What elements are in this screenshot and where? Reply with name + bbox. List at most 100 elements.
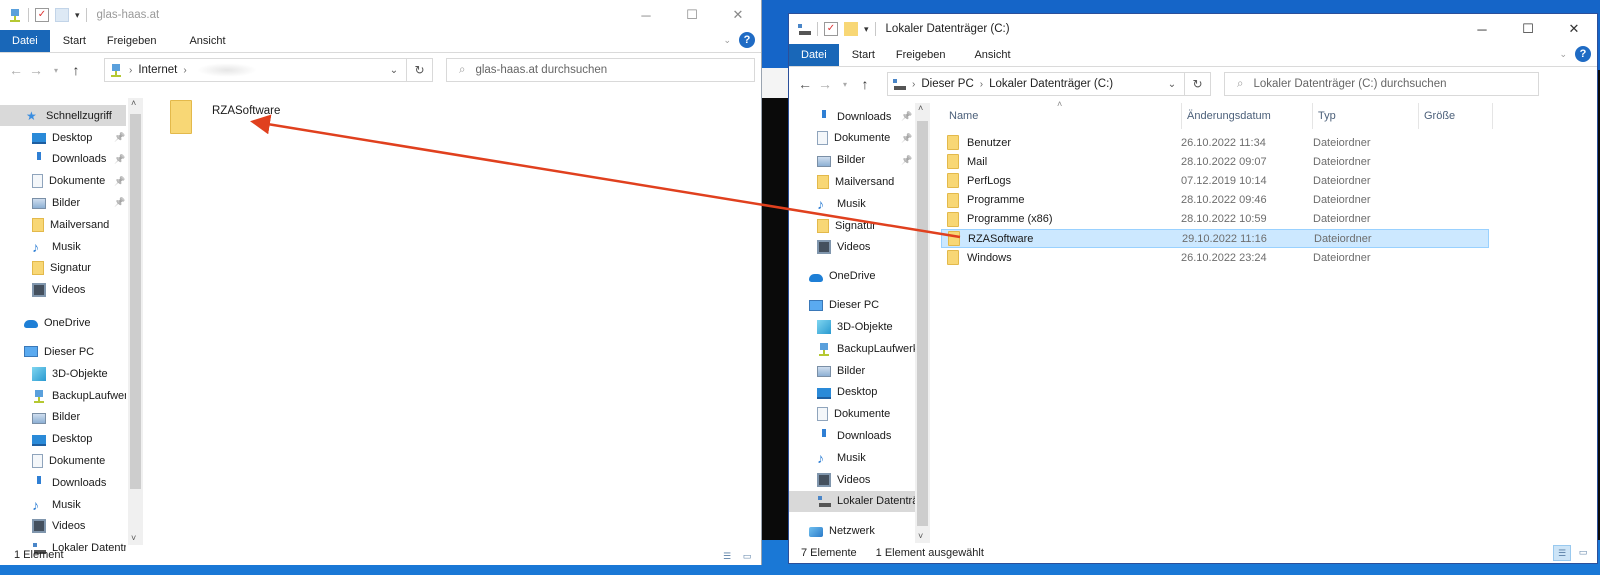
up-button[interactable]: ↑ (855, 76, 875, 92)
details-view-button[interactable]: ☰ (719, 549, 735, 563)
nav-item-mailversand[interactable]: Mailversand (789, 171, 915, 192)
table-row[interactable]: PerfLogs 07.12.2019 10:14 Dateiordner (941, 171, 1489, 190)
new-folder-icon[interactable] (844, 22, 858, 36)
new-folder-icon[interactable] (55, 8, 69, 22)
nav-item-videos[interactable]: Videos (789, 469, 915, 490)
properties-icon[interactable]: ✓ (824, 22, 838, 36)
recent-locations-button[interactable]: ▾ (46, 66, 66, 75)
details-view-button[interactable]: ☰ (1553, 545, 1571, 561)
nav-scrollbar[interactable]: ˄ ˅ (128, 98, 143, 545)
nav-item-lokaler-datentr-[interactable]: Lokaler Datenträ (789, 490, 915, 512)
scroll-up-icon[interactable]: ˄ (918, 103, 923, 113)
nav-item-desktop[interactable]: Desktop (0, 429, 126, 450)
table-row[interactable]: Programme 28.10.2022 09:46 Dateiordner (941, 191, 1489, 210)
refresh-button[interactable]: ↻ (1185, 72, 1211, 96)
back-button[interactable]: ← (795, 76, 815, 92)
folder-item[interactable]: RZASoftware (170, 100, 300, 140)
address-dropdown-icon[interactable]: ⌄ (1160, 73, 1184, 95)
nav-item-dieser-pc[interactable]: Dieser PC (789, 295, 915, 316)
table-row[interactable]: RZASoftware 29.10.2022 11:16 Dateiordner (941, 229, 1489, 248)
scroll-down-icon[interactable]: ˅ (131, 533, 136, 543)
nav-item-downloads[interactable]: Downloads (0, 472, 126, 493)
breadcrumb-local-disk[interactable]: Lokaler Datenträger (C:) (989, 78, 1113, 90)
help-icon[interactable]: ? (1575, 46, 1591, 62)
nav-item-3d-objekte[interactable]: 3D-Objekte (789, 316, 915, 337)
column-divider[interactable] (1418, 103, 1419, 129)
search-input[interactable]: ⌕ glas-haas.at durchsuchen (446, 58, 755, 82)
nav-item-downloads[interactable]: Downloads (789, 425, 915, 446)
nav-item-dokumente[interactable]: Dokumente (789, 404, 915, 425)
close-button[interactable]: ✕ (715, 0, 761, 30)
search-input[interactable]: ⌕ Lokaler Datenträger (C:) durchsuchen (1224, 72, 1539, 96)
breadcrumb-internet[interactable]: Internet (138, 64, 177, 76)
nav-scrollbar[interactable]: ˄ ˅ (915, 103, 930, 543)
up-button[interactable]: ↑ (66, 62, 86, 78)
close-button[interactable]: ✕ (1551, 14, 1597, 44)
nav-item-signatur[interactable]: Signatur (0, 258, 126, 279)
maximize-button[interactable]: ☐ (669, 0, 715, 30)
nav-item-backuplaufwerk[interactable]: BackupLaufwerk (789, 338, 915, 359)
scroll-up-icon[interactable]: ˄ (131, 98, 136, 108)
customize-quick-access-icon[interactable]: ▾ (864, 24, 869, 35)
nav-item-videos[interactable]: Videos (0, 280, 126, 301)
tab-freigeben[interactable]: Freigeben (888, 44, 959, 66)
nav-item-dieser-pc[interactable]: Dieser PC (0, 341, 126, 362)
recent-locations-button[interactable]: ▾ (835, 80, 855, 89)
back-button[interactable]: ← (6, 62, 26, 78)
table-row[interactable]: Programme (x86) 28.10.2022 10:59 Dateiordn… (941, 210, 1489, 229)
nav-item-musik[interactable]: ♪ Musik (0, 236, 126, 257)
column-header-name[interactable]: Name (949, 103, 978, 129)
nav-item-dokumente[interactable]: Dokumente 📌 (0, 171, 126, 192)
customize-quick-access-icon[interactable]: ▾ (75, 10, 80, 21)
table-row[interactable]: Windows 26.10.2022 23:24 Dateiordner (941, 248, 1489, 267)
refresh-button[interactable]: ↻ (407, 58, 433, 82)
minimize-button[interactable]: ─ (1459, 14, 1505, 44)
nav-item-desktop[interactable]: Desktop (789, 382, 915, 403)
expand-ribbon-icon[interactable]: ⌄ (723, 35, 731, 46)
nav-item-bilder[interactable]: Bilder 📌 (789, 150, 915, 171)
tab-ansicht[interactable]: Ansicht (958, 44, 1023, 66)
tab-datei[interactable]: Datei (789, 44, 839, 66)
nav-item-videos[interactable]: Videos (0, 516, 126, 537)
nav-item-dokumente[interactable]: Dokumente (0, 450, 126, 471)
nav-item-onedrive[interactable]: OneDrive (789, 266, 915, 287)
column-header-size[interactable]: Größe (1424, 103, 1455, 129)
nav-item-bilder[interactable]: Bilder (789, 360, 915, 381)
forward-button[interactable]: → (815, 76, 835, 92)
properties-icon[interactable]: ✓ (35, 8, 49, 22)
tab-freigeben[interactable]: Freigeben (99, 30, 170, 52)
expand-ribbon-icon[interactable]: ⌄ (1559, 49, 1567, 60)
tab-start[interactable]: Start (839, 44, 888, 66)
nav-item-bilder[interactable]: Bilder 📌 (0, 192, 126, 213)
nav-item-downloads[interactable]: Downloads 📌 (789, 106, 915, 127)
scroll-down-icon[interactable]: ˅ (918, 531, 923, 541)
minimize-button[interactable]: ─ (623, 0, 669, 30)
tab-start[interactable]: Start (50, 30, 99, 52)
table-row[interactable]: Mail 28.10.2022 09:07 Dateiordner (941, 152, 1489, 171)
nav-item-schnellzugriff[interactable]: ★ Schnellzugriff (0, 105, 126, 126)
nav-item-musik[interactable]: ♪ Musik (789, 193, 915, 214)
address-dropdown-icon[interactable]: ⌄ (382, 59, 406, 81)
table-row[interactable]: Benutzer 26.10.2022 11:34 Dateiordner (941, 133, 1489, 152)
nav-item-bilder[interactable]: Bilder (0, 407, 126, 428)
nav-item-musik[interactable]: ♪ Musik (0, 494, 126, 515)
nav-item-netzwerk[interactable]: Netzwerk (789, 521, 915, 542)
address-bar[interactable]: › Internet › ⌄ (104, 58, 407, 82)
nav-item-downloads[interactable]: Downloads 📌 (0, 149, 126, 170)
nav-item-videos[interactable]: Videos (789, 237, 915, 258)
column-divider[interactable] (1492, 103, 1493, 129)
nav-item-onedrive[interactable]: OneDrive (0, 312, 126, 333)
address-bar[interactable]: › Dieser PC › Lokaler Datenträger (C:) ⌄ (887, 72, 1185, 96)
help-icon[interactable]: ? (739, 32, 755, 48)
scrollbar-thumb[interactable] (917, 121, 928, 526)
large-icons-view-button[interactable]: ▭ (1575, 545, 1591, 559)
nav-item-mailversand[interactable]: Mailversand (0, 214, 126, 235)
tab-datei[interactable]: Datei (0, 30, 50, 52)
column-header-type[interactable]: Typ (1318, 103, 1336, 129)
nav-item-3d-objekte[interactable]: 3D-Objekte (0, 363, 126, 384)
breadcrumb-dieser-pc[interactable]: Dieser PC (921, 78, 973, 90)
maximize-button[interactable]: ☐ (1505, 14, 1551, 44)
large-icons-view-button[interactable]: ▭ (739, 549, 755, 563)
forward-button[interactable]: → (26, 62, 46, 78)
scrollbar-thumb[interactable] (130, 114, 141, 489)
